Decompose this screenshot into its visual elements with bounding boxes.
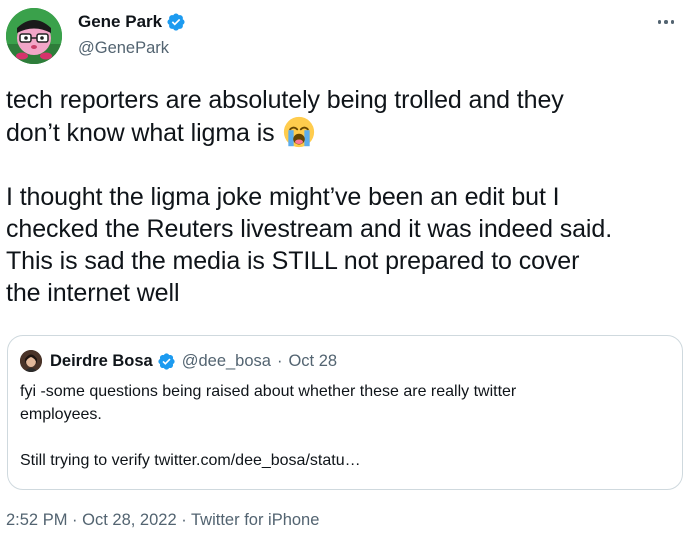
tweet-metadata: 2:52 PM · Oct 28, 2022 · Twitter for iPh… [6, 511, 319, 530]
photo-avatar-icon [20, 350, 42, 372]
tweet-text: tech reporters are absolutely being trol… [6, 84, 682, 309]
tweet-date[interactable]: Oct 28, 2022 [82, 511, 176, 529]
tweet-source[interactable]: Twitter for iPhone [191, 511, 319, 529]
tweet-line: the internet well [6, 279, 180, 307]
tweet-line: tech reporters are absolutely being trol… [6, 86, 564, 114]
loudly-crying-face-emoji-icon [283, 116, 314, 148]
quoted-tweet-header: Deirdre Bosa @dee_bosa · Oct 28 [20, 349, 337, 373]
author-block: Gene Park @GenePark [78, 11, 186, 58]
tweet-line-with-emoji: don’t know what ligma is [6, 116, 682, 149]
more-options-icon[interactable] [652, 10, 680, 34]
tweet-line: This is sad the media is STILL not prepa… [6, 247, 580, 275]
tweet-line: I thought the ligma joke might’ve been a… [6, 183, 560, 211]
author-display-name[interactable]: Gene Park [78, 12, 162, 32]
quoted-tweet-line: fyi -some questions being raised about w… [20, 383, 517, 400]
separator-dot: · [276, 351, 283, 370]
tweet-line: don’t know what ligma is [6, 119, 275, 147]
quoted-author-name[interactable]: Deirdre Bosa [50, 352, 153, 371]
quoted-tweet-line: employees. [20, 406, 102, 423]
separator-dot: · [72, 511, 78, 529]
author-avatar[interactable] [6, 8, 62, 64]
quoted-tweet-text: fyi -some questions being raised about w… [20, 380, 670, 472]
tweet-time[interactable]: 2:52 PM [6, 511, 67, 529]
quoted-tweet-date[interactable]: Oct 28 [288, 352, 337, 371]
author-handle[interactable]: @GenePark [78, 39, 186, 58]
verified-badge-icon [167, 13, 185, 31]
tweet-line: checked the Reuters livestream and it wa… [6, 215, 613, 243]
quoted-tweet-card[interactable]: Deirdre Bosa @dee_bosa · Oct 28 fyi -som… [7, 335, 683, 490]
pixel-character-avatar-icon [6, 8, 62, 64]
verified-badge-icon [158, 352, 175, 370]
quoted-tweet-line: Still trying to verify twitter.com/dee_b… [20, 452, 361, 469]
quoted-author-handle[interactable]: @dee_bosa [182, 352, 271, 371]
tweet: Gene Park @GenePark tech reporters are a… [0, 0, 690, 541]
separator-dot: · [181, 511, 187, 529]
